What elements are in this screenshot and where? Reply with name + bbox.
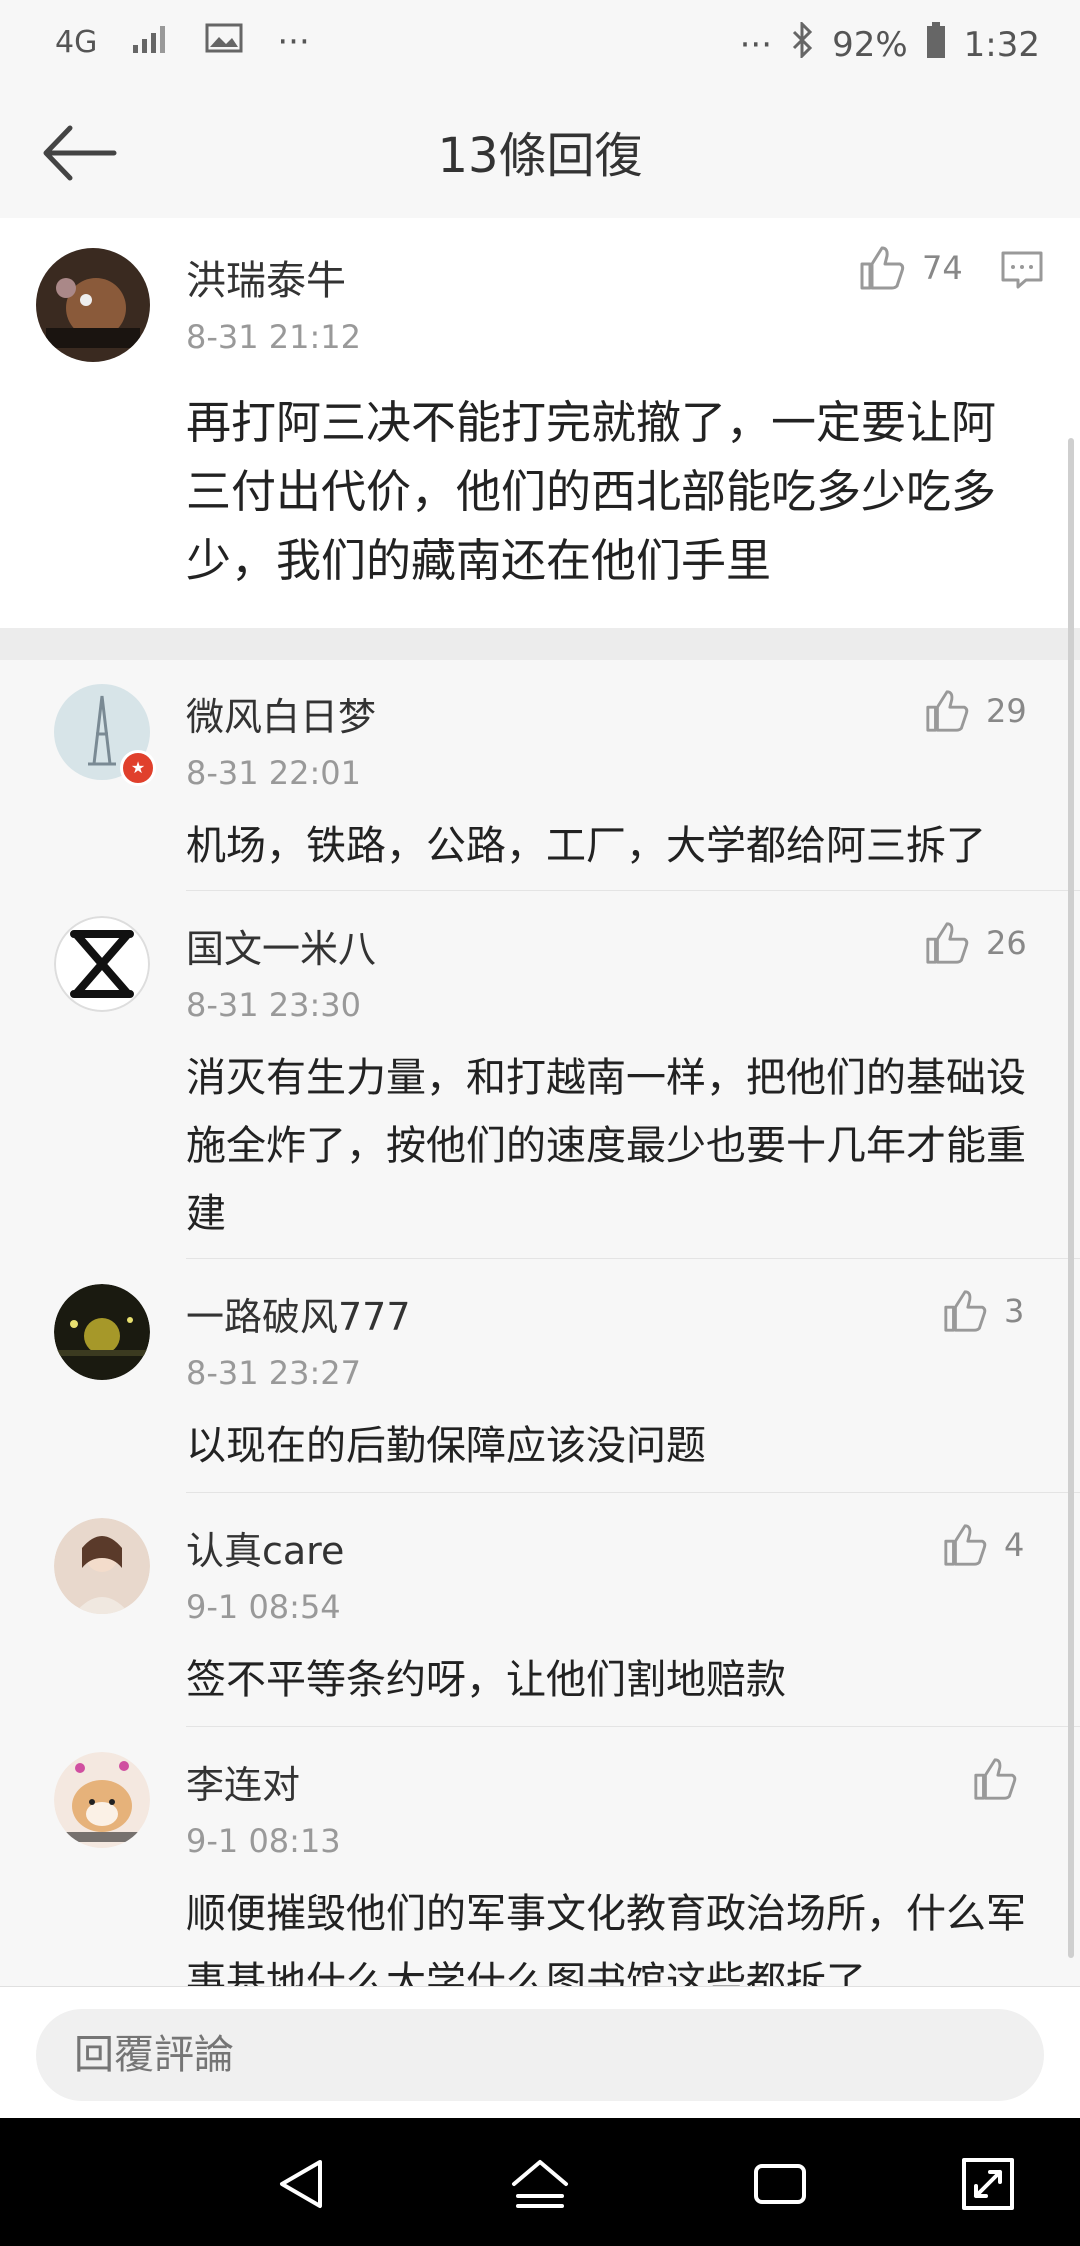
- thumbs-up-icon: [974, 1758, 1017, 1800]
- reply-comment-button[interactable]: [1000, 250, 1044, 294]
- like-button[interactable]: 3: [942, 1288, 1024, 1334]
- avatar[interactable]: ★: [54, 684, 156, 786]
- like-count: 3: [1004, 1292, 1025, 1330]
- section-divider: [0, 628, 1080, 660]
- reply-time: 8-31 23:30: [186, 986, 362, 1024]
- reply-input[interactable]: [36, 2009, 1044, 2101]
- reply-bar: [0, 1986, 1080, 2119]
- scrollbar[interactable]: [1068, 438, 1074, 1958]
- triangle-back-icon: [280, 2160, 322, 2208]
- battery-icon: [926, 22, 946, 67]
- nav-back-button[interactable]: [270, 2152, 334, 2216]
- like-count: 74: [922, 249, 963, 287]
- image-icon: [205, 22, 243, 62]
- reply-text: 签不平等条约呀，让他们割地赔款: [186, 1657, 786, 1703]
- network-label: 4G: [55, 24, 98, 60]
- avatar[interactable]: [54, 1752, 150, 1848]
- thumbs-up-icon: [944, 1290, 987, 1332]
- more-right-label: ···: [739, 24, 773, 65]
- status-bar: 4G ··· ··· 92% 1:32: [0, 0, 1080, 90]
- thumbs-up-icon: [860, 246, 905, 290]
- reply-text: 以现在的后勤保障应该没问题: [186, 1423, 706, 1469]
- comment-username[interactable]: 洪瑞泰牛: [186, 248, 346, 306]
- reply-username[interactable]: 认真care: [186, 1520, 344, 1575]
- reply-time: 9-1 08:54: [186, 1588, 341, 1626]
- system-nav-bar: [0, 2118, 1080, 2246]
- avatar[interactable]: [54, 1284, 150, 1380]
- battery-label: 92%: [832, 24, 908, 65]
- reply-time: 8-31 22:01: [186, 754, 362, 792]
- user-avatar-image: [54, 916, 150, 1012]
- comment-thread[interactable]: 洪瑞泰牛 8-31 21:12 74 再打阿三决不能打完就撤了，一定要让阿三付出…: [0, 218, 1080, 1986]
- like-button[interactable]: 74: [858, 244, 963, 292]
- like-button[interactable]: 26: [924, 920, 1027, 966]
- reply-text: 顺便摧毁他们的军事文化教育政治场所，什么军事基地什么大学什么图书馆这些都拆了: [186, 1891, 1026, 1986]
- recent-apps-icon: [754, 2164, 806, 2204]
- like-button[interactable]: 29: [924, 688, 1027, 734]
- reply-text: 消灭有生力量，和打越南一样，把他们的基础设施全炸了，按他们的速度最少也要十几年才…: [186, 1055, 1026, 1237]
- like-count: 26: [986, 924, 1027, 962]
- reply-time: 9-1 08:13: [186, 1822, 341, 1860]
- thumbs-up-icon: [944, 1524, 987, 1566]
- reply-username[interactable]: 一路破风777: [186, 1286, 411, 1341]
- signal-icon: [131, 22, 171, 62]
- reply-username[interactable]: 李连对: [186, 1754, 300, 1809]
- comment-icon: [1001, 251, 1043, 289]
- user-avatar-image: [54, 1752, 150, 1848]
- like-button[interactable]: [972, 1756, 1034, 1802]
- user-avatar-image: [36, 248, 150, 362]
- verified-badge: ★: [120, 750, 156, 786]
- avatar[interactable]: [54, 1518, 150, 1614]
- like-button[interactable]: 4: [942, 1522, 1024, 1568]
- nav-home-button[interactable]: [508, 2152, 572, 2216]
- reply-divider: [186, 1726, 1080, 1727]
- reply-divider: [186, 1258, 1080, 1259]
- like-count: 4: [1004, 1526, 1025, 1564]
- reply-divider: [186, 1492, 1080, 1493]
- time-label: 1:32: [963, 24, 1040, 65]
- user-avatar-image: [54, 1284, 150, 1380]
- reply-divider: [186, 890, 1080, 891]
- home-icon: [512, 2160, 568, 2208]
- comment-time: 8-31 21:12: [186, 318, 362, 356]
- reply-text: 机场，铁路，公路，工厂，大学都给阿三拆了: [186, 823, 986, 869]
- original-comment: 洪瑞泰牛 8-31 21:12 74 再打阿三决不能打完就撤了，一定要让阿三付出…: [0, 218, 1080, 628]
- bluetooth-icon: [790, 20, 814, 67]
- expand-icon: [962, 2158, 1014, 2210]
- comment-text: 再打阿三决不能打完就撤了，一定要让阿三付出代价，他们的西北部能吃多少吃多少，我们…: [186, 396, 997, 587]
- thumbs-up-icon: [926, 690, 969, 732]
- reply-username[interactable]: 国文一米八: [186, 918, 376, 973]
- reply-time: 8-31 23:27: [186, 1354, 362, 1392]
- thumbs-up-icon: [926, 922, 969, 964]
- nav-recents-button[interactable]: [748, 2152, 812, 2216]
- avatar[interactable]: [54, 916, 150, 1012]
- nav-expand-button[interactable]: [956, 2152, 1020, 2216]
- page-title: 13條回復: [437, 128, 643, 184]
- more-left-label: ···: [277, 22, 310, 62]
- reply-username[interactable]: 微风白日梦: [186, 686, 376, 741]
- user-avatar-image: [54, 1518, 150, 1614]
- avatar[interactable]: [36, 248, 150, 362]
- header-bar: 13條回復: [0, 90, 1080, 219]
- like-count: 29: [986, 692, 1027, 730]
